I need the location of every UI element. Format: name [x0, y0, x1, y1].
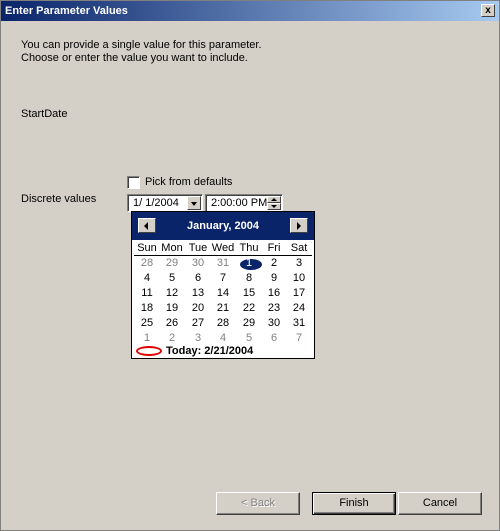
back-button[interactable]: < Back — [216, 492, 300, 515]
finish-button[interactable]: Finish — [312, 492, 396, 515]
calendar-day[interactable]: 13 — [185, 287, 211, 299]
dialog-window: Enter Parameter Values x You can provide… — [0, 0, 500, 531]
days-of-week-row: Sun Mon Tue Wed Thu Fri Sat — [134, 242, 312, 256]
calendar-day[interactable]: 7 — [210, 272, 236, 284]
cancel-button[interactable]: Cancel — [398, 492, 482, 515]
calendar-day[interactable]: 28 — [210, 317, 236, 329]
calendar-day[interactable]: 5 — [159, 272, 185, 284]
calendar-day[interactable]: 31 — [210, 257, 236, 269]
today-label: Today: 2/21/2004 — [166, 345, 254, 357]
calendar-day[interactable]: 21 — [210, 302, 236, 314]
dow-sun: Sun — [137, 242, 157, 254]
today-row[interactable]: Today: 2/21/2004 — [134, 344, 312, 358]
calendar-day[interactable]: 2 — [261, 257, 287, 269]
dialog-title: Enter Parameter Values — [5, 5, 128, 17]
intro-line-1: You can provide a single value for this … — [21, 39, 262, 51]
today-circle-icon — [136, 346, 162, 356]
title-bar: Enter Parameter Values x — [1, 1, 499, 21]
date-picker-field[interactable]: 1/ 1/2004 — [127, 194, 203, 212]
calendar-day[interactable]: 4 — [134, 272, 160, 284]
calendar-day[interactable]: 8 — [236, 272, 262, 284]
time-spin-up-button[interactable] — [267, 196, 281, 203]
calendar-popup: January, 2004 Sun Mon Tue Wed Thu Fri Sa… — [131, 211, 315, 359]
calendar-day[interactable]: 22 — [236, 302, 262, 314]
calendar-day[interactable]: 25 — [134, 317, 160, 329]
calendar-day[interactable]: 26 — [159, 317, 185, 329]
date-dropdown-button[interactable] — [187, 196, 201, 210]
calendar-day[interactable]: 28 — [134, 257, 160, 269]
dow-sat: Sat — [290, 242, 308, 254]
calendar-header: January, 2004 — [132, 212, 314, 240]
calendar-month-label: January, 2004 — [187, 220, 259, 232]
calendar-day[interactable]: 3 — [286, 257, 312, 269]
calendar-day[interactable]: 15 — [236, 287, 262, 299]
calendar-day[interactable]: 29 — [159, 257, 185, 269]
calendar-days-grid: 28 29 30 31 1 2 3 4 5 6 7 8 9 10 11 12 13 14 15 16 17 18 19 20 2… — [134, 257, 312, 347]
calendar-day[interactable]: 27 — [185, 317, 211, 329]
calendar-day[interactable]: 18 — [134, 302, 160, 314]
calendar-day[interactable]: 10 — [286, 272, 312, 284]
calendar-day[interactable]: 4 — [210, 332, 236, 344]
discrete-values-label: Discrete values — [21, 193, 97, 205]
close-icon: x — [485, 5, 491, 16]
calendar-day[interactable]: 17 — [286, 287, 312, 299]
dow-tue: Tue — [188, 242, 208, 254]
calendar-day[interactable]: 11 — [134, 287, 160, 299]
pick-from-defaults-label: Pick from defaults — [145, 176, 233, 188]
close-button[interactable]: x — [481, 4, 495, 17]
time-field[interactable]: 2:00:00 PM — [205, 194, 283, 212]
dow-thu: Thu — [239, 242, 259, 254]
time-spin-down-button[interactable] — [267, 203, 281, 210]
calendar-day[interactable]: 1 — [236, 257, 262, 269]
calendar-day[interactable]: 6 — [185, 272, 211, 284]
calendar-day[interactable]: 7 — [286, 332, 312, 344]
dow-wed: Wed — [211, 242, 235, 254]
date-value: 1/ 1/2004 — [133, 197, 179, 209]
calendar-day[interactable]: 5 — [236, 332, 262, 344]
calendar-day[interactable]: 12 — [159, 287, 185, 299]
dow-fri: Fri — [267, 242, 281, 254]
calendar-day[interactable]: 30 — [185, 257, 211, 269]
calendar-day[interactable]: 19 — [159, 302, 185, 314]
calendar-day[interactable]: 3 — [185, 332, 211, 344]
calendar-day[interactable]: 29 — [236, 317, 262, 329]
calendar-day[interactable]: 24 — [286, 302, 312, 314]
calendar-day[interactable]: 23 — [261, 302, 287, 314]
calendar-day[interactable]: 16 — [261, 287, 287, 299]
calendar-day[interactable]: 1 — [134, 332, 160, 344]
calendar-day[interactable]: 2 — [159, 332, 185, 344]
calendar-day[interactable]: 14 — [210, 287, 236, 299]
dow-mon: Mon — [161, 242, 183, 254]
calendar-day[interactable]: 30 — [261, 317, 287, 329]
time-value: 2:00:00 PM — [211, 197, 268, 209]
calendar-day[interactable]: 6 — [261, 332, 287, 344]
next-month-button[interactable] — [290, 218, 308, 233]
parameter-name: StartDate — [21, 108, 68, 120]
pick-from-defaults-checkbox[interactable] — [127, 176, 140, 189]
intro-line-2: Choose or enter the value you want to in… — [21, 52, 248, 64]
calendar-day[interactable]: 20 — [185, 302, 211, 314]
calendar-day[interactable]: 9 — [261, 272, 287, 284]
calendar-day[interactable]: 31 — [286, 317, 312, 329]
